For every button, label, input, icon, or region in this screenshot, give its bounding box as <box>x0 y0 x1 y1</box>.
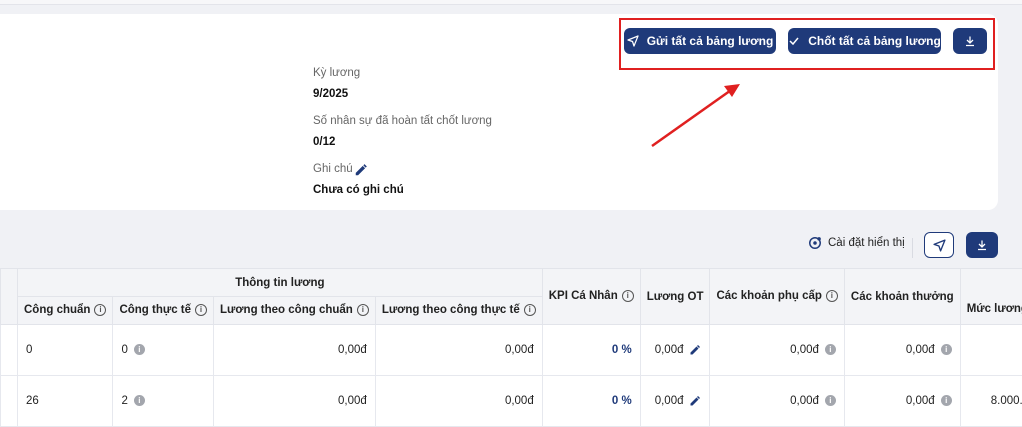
info-icon: i <box>195 304 207 316</box>
info-icon[interactable]: i <box>941 395 952 406</box>
note-label: Ghi chú <box>313 163 353 175</box>
actual-days-cell: 0i <box>113 325 214 376</box>
salary-standard-cell: 0,00đ <box>214 325 376 376</box>
note-value: Chưa có ghi chú <box>313 184 404 196</box>
info-icon: i <box>94 304 106 316</box>
salary-actual-cell: 0,00đ <box>375 325 542 376</box>
allowances-cell: 0,00đi <box>710 325 844 376</box>
salary-standard-cell: 0,00đ <box>214 376 376 427</box>
display-settings-label: Cài đặt hiển thị <box>828 237 905 249</box>
allowances-cell: 0,00đi <box>710 376 844 427</box>
period-value: 9/2025 <box>313 88 348 100</box>
table-row: 26 2i 0,00đ 0,00đ 0 % 0,00đ 0,00đi 0,00đ… <box>1 376 1022 427</box>
completed-value: 0/12 <box>313 136 335 148</box>
salary-actual-header: Lương theo công thực tếi <box>375 297 542 325</box>
bonuses-cell: 0,00đi <box>844 325 960 376</box>
bonuses-header: Các khoản thưởng <box>844 269 960 325</box>
send-icon <box>933 239 946 252</box>
info-icon: i <box>622 290 634 302</box>
edit-icon[interactable] <box>689 395 701 407</box>
info-icon[interactable]: i <box>825 344 836 355</box>
bonuses-cell: 0,00đi <box>844 376 960 427</box>
edit-icon[interactable] <box>689 344 701 356</box>
standard-days-header: Công chuẩni <box>18 297 113 325</box>
display-settings-button[interactable]: Cài đặt hiển thị <box>808 236 905 250</box>
salary-info-group-header: Thông tin lương <box>18 269 543 297</box>
info-icon: i <box>826 290 838 302</box>
period-label: Kỳ lương <box>313 67 360 79</box>
send-button[interactable] <box>924 232 954 258</box>
row-selector <box>1 325 18 376</box>
salary-level-cell: 8.000.00 <box>960 376 1022 427</box>
info-icon[interactable]: i <box>134 395 145 406</box>
info-icon: i <box>524 304 536 316</box>
kpi-header: KPI Cá Nhâni <box>542 269 640 325</box>
salary-level-cell <box>960 325 1022 376</box>
actual-days-cell: 2i <box>113 376 214 427</box>
download-icon <box>976 239 988 251</box>
salary-level-header: Mức lương c <box>960 269 1022 325</box>
ot-cell: 0,00đ <box>640 376 710 427</box>
salary-actual-cell: 0,00đ <box>375 376 542 427</box>
toolbar-divider <box>912 238 913 258</box>
standard-days-cell: 0 <box>18 325 113 376</box>
payroll-table: Thông tin lương KPI Cá Nhâni Lương OT Cá… <box>0 268 1022 427</box>
edit-note-icon[interactable] <box>354 163 368 177</box>
download-button[interactable] <box>966 232 998 258</box>
kpi-cell: 0 % <box>542 376 640 427</box>
highlight-box <box>619 18 995 70</box>
settings-icon <box>808 236 822 250</box>
info-icon[interactable]: i <box>941 344 952 355</box>
ot-cell: 0,00đ <box>640 325 710 376</box>
completed-label: Số nhân sự đã hoàn tất chốt lương <box>313 115 492 127</box>
row-selector <box>1 376 18 427</box>
actual-days-header: Công thực tếi <box>113 297 214 325</box>
table-row: 0 0i 0,00đ 0,00đ 0 % 0,00đ 0,00đi 0,00đi <box>1 325 1022 376</box>
standard-days-cell: 26 <box>18 376 113 427</box>
allowances-header: Các khoản phụ cấpi <box>710 269 844 325</box>
kpi-cell: 0 % <box>542 325 640 376</box>
info-icon[interactable]: i <box>825 395 836 406</box>
info-icon: i <box>357 304 369 316</box>
annotation-arrow <box>640 76 750 156</box>
ot-header: Lương OT <box>640 269 710 325</box>
salary-standard-header: Lương theo công chuẩni <box>214 297 376 325</box>
row-selector-header <box>1 269 18 325</box>
top-strip <box>0 0 1022 5</box>
info-icon[interactable]: i <box>134 344 145 355</box>
